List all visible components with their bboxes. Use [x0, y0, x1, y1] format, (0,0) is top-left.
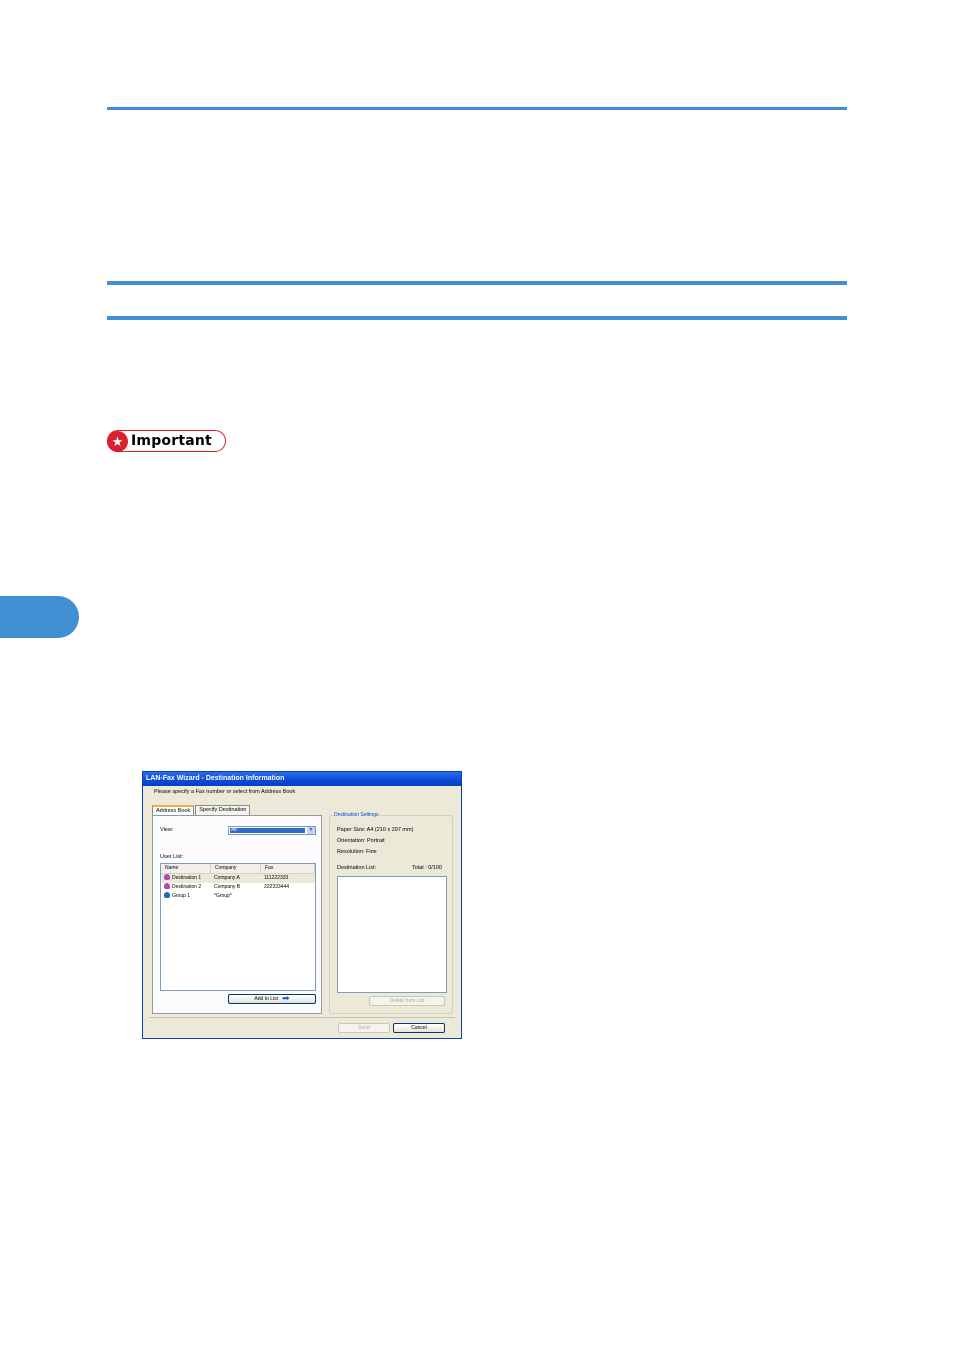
view-select[interactable]: All ▼ — [228, 826, 316, 835]
add-to-list-button[interactable]: Add to List ➡ — [228, 994, 316, 1004]
row-name: Destination 1 — [172, 875, 202, 881]
row-company: Company B — [214, 884, 241, 890]
row-fax — [261, 892, 315, 901]
column-header-name[interactable]: Name — [161, 864, 211, 873]
group-icon — [164, 892, 170, 898]
section-rule-top — [107, 281, 847, 285]
row-company: *Group* — [214, 893, 232, 899]
user-list[interactable]: Name Company Fax Destination 1 Company A… — [160, 863, 316, 991]
important-badge: ★ Important — [107, 430, 226, 452]
dialog-instruction: Please specify a Fax number or select fr… — [154, 789, 296, 795]
address-book-panel: View: All ▼ User List: Name Company Fax … — [152, 815, 322, 1014]
column-header-company[interactable]: Company — [211, 864, 261, 873]
star-icon: ★ — [107, 430, 128, 452]
cancel-button[interactable]: Cancel — [393, 1023, 445, 1033]
dialog-title: LAN-Fax Wizard - Destination Information — [143, 772, 461, 786]
destination-list[interactable] — [337, 876, 447, 993]
row-fax: 111222333 — [264, 875, 289, 881]
row-fax: 222333444 — [264, 884, 290, 890]
important-label: Important — [131, 433, 212, 449]
list-item[interactable]: Destination 1 Company A 111222333 — [161, 874, 315, 883]
view-value: All — [230, 828, 305, 833]
add-to-list-label: Add to List — [254, 996, 279, 1002]
delete-from-list-button[interactable]: Delete from List — [369, 996, 445, 1006]
header-rule — [107, 107, 847, 110]
section-rule-bottom — [107, 316, 847, 320]
view-label: View: — [160, 827, 174, 833]
destination-list-label: Destination List: — [337, 865, 377, 871]
user-list-header: Name Company Fax — [161, 864, 315, 874]
chevron-down-icon[interactable]: ▼ — [307, 827, 315, 834]
send-button[interactable]: Send — [338, 1023, 390, 1033]
user-icon — [164, 874, 170, 880]
lan-fax-dialog-screenshot: LAN-Fax Wizard - Destination Information… — [142, 771, 462, 1039]
tab-address-book[interactable]: Address Book — [152, 805, 195, 815]
destination-total: Total : 0/100 — [412, 865, 442, 871]
tab-specify-destination[interactable]: Specify Destination — [195, 805, 251, 815]
list-item[interactable]: Group 1 *Group* — [161, 892, 315, 901]
row-name: Group 1 — [172, 893, 191, 899]
tab-bar: Address Book Specify Destination — [152, 805, 251, 815]
orientation-text: Orientation: Portrait — [337, 838, 385, 844]
row-name: Destination 2 — [172, 884, 202, 890]
row-company: Company A — [214, 875, 240, 881]
paper-size-text: Paper Size: A4 (210 x 297 mm) — [337, 827, 414, 833]
column-header-fax[interactable]: Fax — [261, 864, 315, 873]
user-icon — [164, 883, 170, 889]
list-item[interactable]: Destination 2 Company B 222333444 — [161, 883, 315, 892]
footer-divider — [149, 1017, 455, 1018]
user-list-label: User List: — [160, 854, 184, 860]
chapter-tab — [0, 596, 79, 638]
destination-settings-caption: Destination Settings — [333, 812, 380, 818]
arrow-right-icon: ➡ — [282, 993, 290, 1003]
resolution-text: Resolution: Fine — [337, 849, 377, 855]
destination-settings-group: Paper Size: A4 (210 x 297 mm) Orientatio… — [329, 815, 453, 1014]
